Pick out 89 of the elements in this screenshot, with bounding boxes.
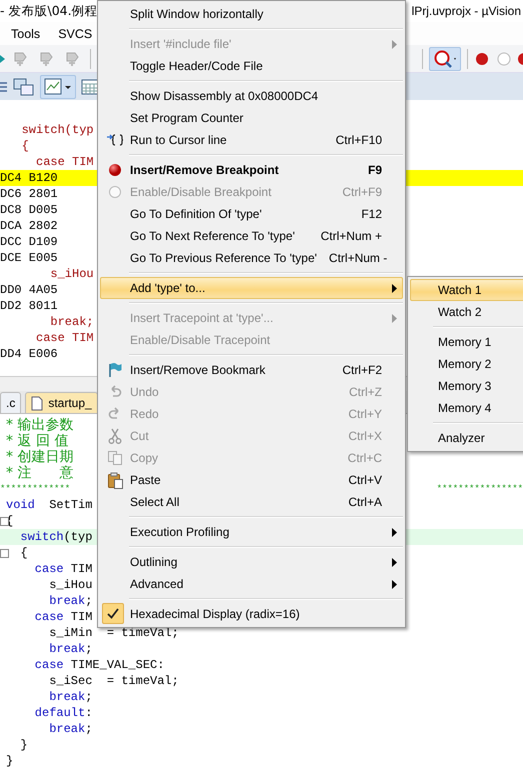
- breakpoint-icon[interactable]: [474, 50, 490, 66]
- comment-line: ****************: [436, 483, 523, 496]
- disassembly-line: DD4 E006: [0, 347, 58, 361]
- grid-icon[interactable]: [80, 78, 100, 96]
- menu-item[interactable]: Outlining: [100, 551, 403, 573]
- menu-item[interactable]: Execution Profiling: [100, 521, 403, 543]
- flag-icon: [107, 362, 123, 378]
- submenu-arrow-icon: [392, 528, 397, 537]
- submenu-arrow-icon: [392, 284, 397, 293]
- comment-line: * 创建日期: [6, 449, 74, 465]
- menu-bar-item[interactable]: SVCS: [58, 26, 92, 40]
- comment-line: * 输出参数: [6, 417, 74, 433]
- comment-line: * 返 回 值: [6, 433, 68, 449]
- source-line: switch(typ: [20, 123, 94, 137]
- source-line: {: [20, 139, 29, 153]
- menu-item[interactable]: Show Disassembly at 0x08000DC4: [100, 85, 403, 107]
- menu-bar-item[interactable]: Tools: [11, 26, 40, 40]
- fold-icon[interactable]: [0, 549, 9, 558]
- code-line: void SetTim: [6, 497, 92, 513]
- disassembly-line: DD2 8011: [0, 299, 58, 313]
- scissors-icon: [108, 428, 122, 444]
- window-title: lPrj.uvprojx - µVision: [412, 4, 522, 18]
- menu-item[interactable]: Split Window horizontally: [100, 3, 403, 25]
- code-line: break;: [48, 689, 92, 705]
- disassembly-line: DCA 2802: [0, 219, 58, 233]
- submenu-arrow-icon: [392, 580, 397, 589]
- window-title: - 发布版\04.例程: [0, 2, 98, 20]
- menu-item[interactable]: Toggle Header/Code File: [100, 55, 403, 77]
- menu-item[interactable]: Set Program Counter: [100, 107, 403, 129]
- file-tab[interactable]: startup_: [25, 392, 98, 413]
- menu-item[interactable]: Paste Ctrl+V: [100, 469, 403, 491]
- disassembly-line: DC6 2801: [0, 187, 58, 201]
- breakpoint-icon[interactable]: [518, 50, 523, 66]
- menu-item[interactable]: Add 'type' to...: [100, 277, 403, 299]
- code-line: }: [19, 737, 28, 753]
- run-to-cursor-icon: [106, 133, 124, 147]
- code-line: {: [19, 545, 28, 561]
- source-line: break;: [49, 315, 94, 329]
- disassembly-line: DC4 B120: [0, 171, 58, 185]
- code-line: s_iMin = timeVal;: [48, 625, 179, 641]
- menu-item[interactable]: Memory 4: [410, 397, 523, 419]
- disassembly-line: DCC D109: [0, 235, 58, 249]
- menu-item[interactable]: Advanced: [100, 573, 403, 595]
- code-line: case TIM: [34, 561, 92, 577]
- disassembly-line: DD0 4A05: [0, 283, 58, 297]
- source-line: case TIM: [35, 155, 94, 169]
- comment-line: *************: [0, 483, 70, 496]
- menu-item[interactable]: Go To Next Reference To 'type' Ctrl+Num +: [100, 225, 403, 247]
- menu-item[interactable]: Hexadecimal Display (radix=16): [100, 603, 403, 625]
- chart-window-button[interactable]: [40, 74, 76, 98]
- code-line: }: [6, 753, 14, 769]
- menu-item[interactable]: Insert/Remove Bookmark Ctrl+F2: [100, 359, 403, 381]
- source-line: s_iHou: [49, 267, 94, 281]
- code-line: switch(typ: [19, 529, 92, 545]
- file-icon: [31, 396, 44, 410]
- menu-item[interactable]: Insert/Remove Breakpoint F9: [100, 159, 403, 181]
- code-line: case TIM: [34, 609, 92, 625]
- menu-item[interactable]: Memory 3: [410, 375, 523, 397]
- menu-item[interactable]: Select All Ctrl+A: [100, 491, 403, 513]
- code-line: default:: [34, 705, 92, 721]
- menu-item[interactable]: Go To Previous Reference To 'type' Ctrl+Num -: [100, 247, 403, 269]
- submenu-arrow-icon: [392, 558, 397, 567]
- menu-item[interactable]: Watch 2: [410, 301, 523, 323]
- circle-icon: [108, 185, 122, 199]
- debug-button[interactable]: [429, 46, 461, 70]
- code-line: break;: [48, 593, 92, 609]
- menu-item[interactable]: Go To Definition Of 'type' F12: [100, 203, 403, 225]
- paste-icon: [106, 472, 124, 488]
- copy-icon: [107, 450, 123, 466]
- file-tab[interactable]: .c: [0, 392, 22, 413]
- comment-line: * 注 意: [6, 465, 74, 481]
- code-line: s_iSec = timeVal;: [48, 673, 179, 689]
- fold-icon[interactable]: [0, 517, 9, 526]
- disassembly-line: DCE E005: [0, 251, 58, 265]
- disassembly-line: DC8 D005: [0, 203, 58, 217]
- submenu-arrow-icon: [392, 314, 397, 323]
- menu-item[interactable]: Watch 1: [410, 279, 523, 301]
- menu-item[interactable]: Run to Cursor line Ctrl+F10: [100, 129, 403, 151]
- menu-item[interactable]: Memory 2: [410, 353, 523, 375]
- windows-icon[interactable]: [12, 76, 36, 96]
- breakpoint-icon: [108, 163, 122, 177]
- source-line: case TIM: [35, 331, 94, 345]
- submenu-arrow-icon: [392, 40, 397, 49]
- code-line: break;: [48, 641, 92, 657]
- code-line: case TIME_VAL_SEC:: [34, 657, 164, 673]
- menu-item[interactable]: Memory 1: [410, 331, 523, 353]
- menu-item[interactable]: Analyzer: [410, 427, 523, 449]
- code-line: break;: [48, 721, 92, 737]
- code-line: s_iHou: [48, 577, 92, 593]
